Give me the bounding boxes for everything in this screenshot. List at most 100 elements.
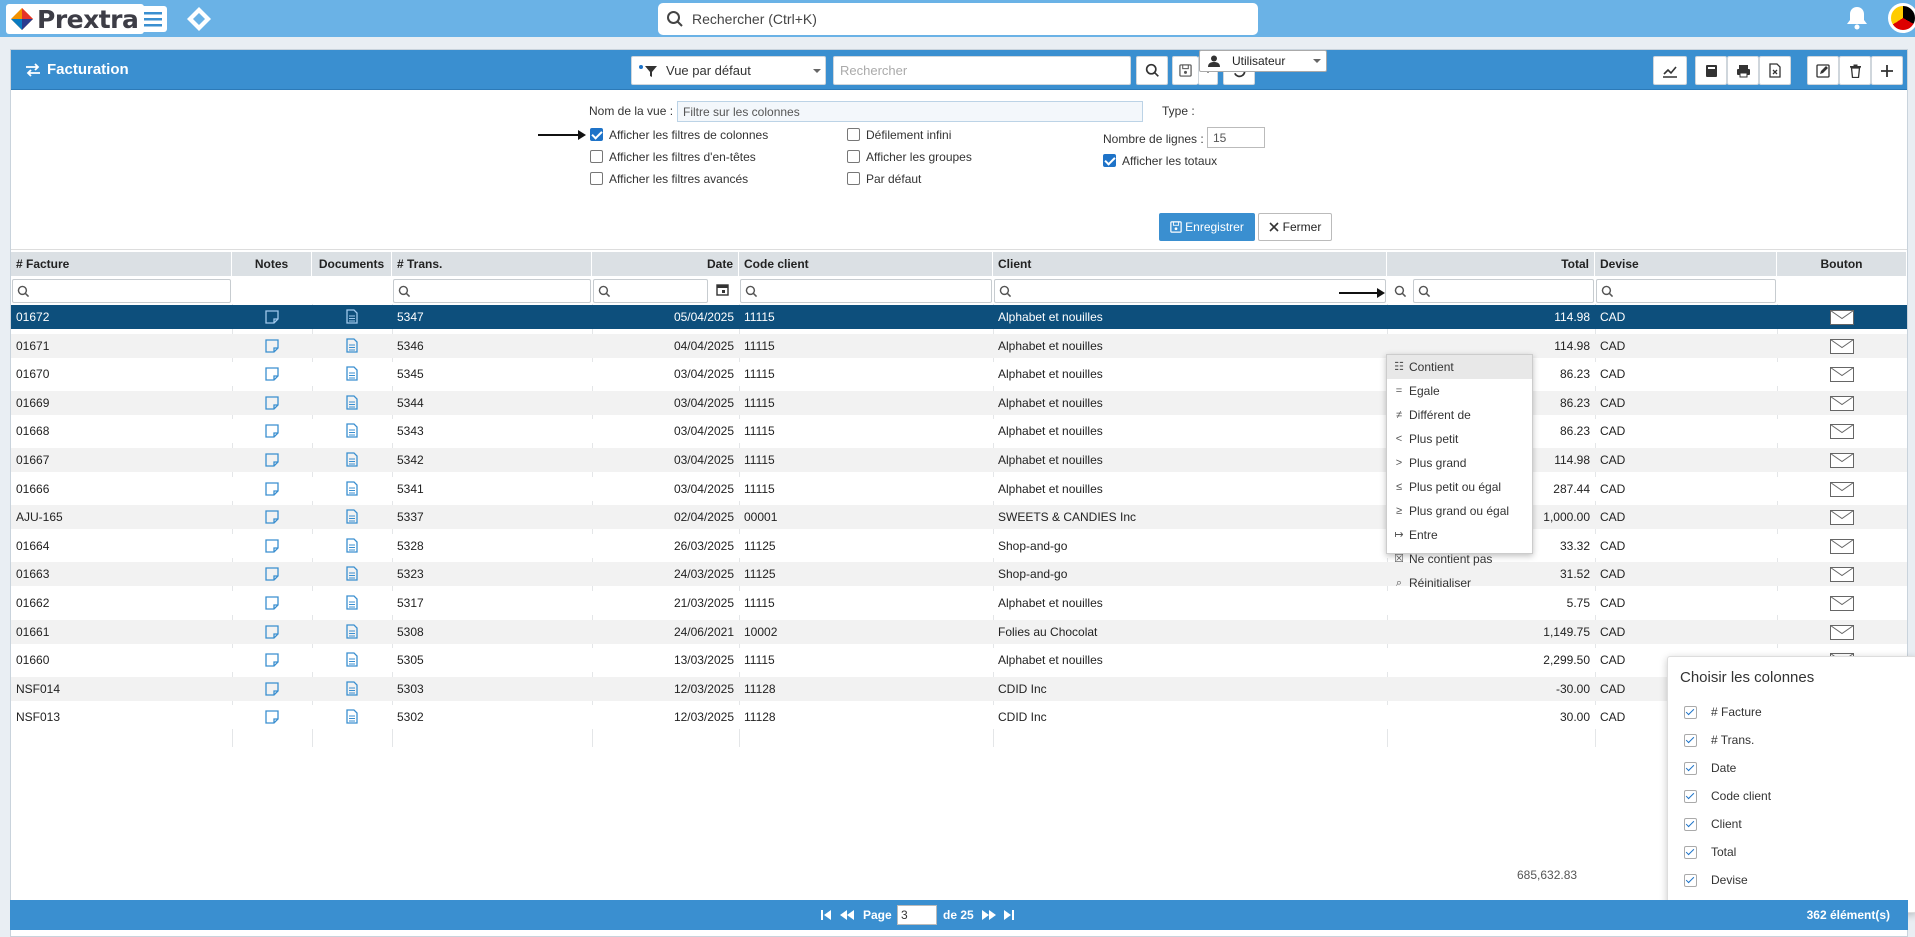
documents-button[interactable] <box>312 534 392 558</box>
documents-button[interactable] <box>312 477 392 501</box>
documents-button[interactable] <box>312 305 392 329</box>
filter-option[interactable]: ≠ Différent de <box>1387 403 1532 427</box>
email-button[interactable] <box>1777 305 1907 329</box>
checkbox[interactable] <box>1684 817 1697 831</box>
chart-button[interactable] <box>1653 56 1687 85</box>
documents-button[interactable] <box>312 362 392 386</box>
checkbox-infinite-scroll[interactable] <box>847 128 860 141</box>
email-button[interactable] <box>1777 419 1907 443</box>
table-row[interactable]: NSF014 5303 12/03/2025 11128 CDID Inc -30.00 C… <box>11 676 1907 701</box>
page-number-input[interactable]: 3 <box>897 905 937 925</box>
table-row[interactable]: 01663 5323 24/03/2025 11125 Shop-and-go 31.52… <box>11 562 1907 587</box>
filter-option[interactable]: < Plus petit <box>1387 427 1532 451</box>
close-button[interactable]: Fermer <box>1258 213 1332 241</box>
documents-button[interactable] <box>312 334 392 358</box>
previous-page-icon[interactable] <box>839 909 855 921</box>
documents-button[interactable] <box>312 562 392 586</box>
email-button[interactable] <box>1777 562 1907 586</box>
column-header[interactable]: Notes <box>232 252 312 276</box>
column-filter-input[interactable] <box>994 279 1386 303</box>
view-select[interactable]: Vue par défaut <box>631 56 826 85</box>
search-button[interactable] <box>1136 56 1168 85</box>
export-excel-button[interactable] <box>1759 56 1791 85</box>
language-flag-icon[interactable] <box>1888 3 1915 33</box>
filter-option[interactable]: ☒ Ne contient pas <box>1387 547 1532 571</box>
filter-option[interactable]: = Egale <box>1387 379 1532 403</box>
documents-button[interactable] <box>312 648 392 672</box>
email-button[interactable] <box>1777 334 1907 358</box>
notes-button[interactable] <box>232 391 312 415</box>
checkbox-show-totals[interactable] <box>1103 154 1116 167</box>
delete-button[interactable] <box>1839 56 1871 85</box>
notes-button[interactable] <box>232 562 312 586</box>
next-page-icon[interactable] <box>981 909 997 921</box>
notes-button[interactable] <box>232 419 312 443</box>
table-row[interactable]: 01662 5317 21/03/2025 11115 Alphabet et noui… <box>11 591 1907 615</box>
notes-button[interactable] <box>232 505 312 529</box>
checkbox-advanced-filters[interactable] <box>590 172 603 185</box>
documents-button[interactable] <box>312 419 392 443</box>
notes-button[interactable] <box>232 705 312 729</box>
documents-button[interactable] <box>312 391 392 415</box>
save-view-button[interactable] <box>1172 56 1198 85</box>
column-filter-input[interactable] <box>1413 279 1594 303</box>
rows-count-input[interactable]: 15 <box>1207 127 1265 148</box>
notes-button[interactable] <box>232 677 312 701</box>
checkbox-column-filters[interactable] <box>590 128 603 141</box>
checkbox[interactable] <box>1684 873 1697 887</box>
filter-operator-button[interactable] <box>1390 281 1410 301</box>
notes-button[interactable] <box>232 334 312 358</box>
column-filter-input[interactable] <box>12 279 231 303</box>
table-row[interactable]: 01667 5342 03/04/2025 11115 Alphabet et noui… <box>11 448 1907 472</box>
documents-button[interactable] <box>312 591 392 615</box>
email-button[interactable] <box>1777 620 1907 644</box>
column-chooser-item[interactable]: # Facture <box>1684 705 1762 719</box>
type-select[interactable]: Utilisateur <box>1199 50 1327 72</box>
checkbox-header-filters[interactable] <box>590 150 603 163</box>
calendar-button[interactable] <box>716 283 729 296</box>
column-header[interactable]: Date <box>592 252 739 276</box>
notes-button[interactable] <box>232 448 312 472</box>
documents-button[interactable] <box>312 620 392 644</box>
edit-button[interactable] <box>1807 56 1839 85</box>
filter-option[interactable]: ⌕ Réinitialiser <box>1387 571 1532 595</box>
filter-option[interactable]: ≥ Plus grand ou égal <box>1387 499 1532 523</box>
email-button[interactable] <box>1777 591 1907 615</box>
global-search-input[interactable]: Rechercher (Ctrl+K) <box>658 3 1258 35</box>
table-row[interactable]: 01668 5343 03/04/2025 11115 Alphabet et noui… <box>11 419 1907 444</box>
table-row[interactable]: 01672 5347 05/04/2025 11115 Alphabet et noui… <box>11 305 1907 329</box>
table-row[interactable]: 01666 5341 03/04/2025 11115 Alphabet et noui… <box>11 476 1907 501</box>
notes-button[interactable] <box>232 477 312 501</box>
checkbox[interactable] <box>1684 845 1697 859</box>
hamburger-menu-button[interactable] <box>139 6 167 32</box>
book-button[interactable] <box>1695 56 1727 85</box>
checkbox[interactable] <box>1684 761 1697 775</box>
view-name-field[interactable]: Filtre sur les colonnes <box>677 101 1143 122</box>
column-filter-input[interactable] <box>393 279 591 303</box>
add-button[interactable] <box>1871 56 1903 85</box>
email-button[interactable] <box>1777 534 1907 558</box>
column-header[interactable]: # Facture <box>11 252 232 276</box>
notifications-button[interactable] <box>1845 5 1869 31</box>
checkbox-show-groups[interactable] <box>847 150 860 163</box>
app-logo[interactable]: Prextra <box>6 4 145 34</box>
email-button[interactable] <box>1777 391 1907 415</box>
table-row[interactable]: 01660 5305 13/03/2025 11115 Alphabet et noui… <box>11 648 1907 673</box>
notes-button[interactable] <box>232 620 312 644</box>
filter-option[interactable]: ☷ Contient <box>1387 355 1532 379</box>
table-row[interactable]: 01661 5308 24/06/2021 10002 Folies au Chocol… <box>11 619 1907 644</box>
table-row[interactable]: 01671 5346 04/04/2025 11115 Alphabet et noui… <box>11 333 1907 358</box>
documents-button[interactable] <box>312 677 392 701</box>
notes-button[interactable] <box>232 648 312 672</box>
documents-button[interactable] <box>312 448 392 472</box>
column-header[interactable]: Bouton <box>1777 252 1907 276</box>
column-chooser-item[interactable]: Date <box>1684 761 1736 775</box>
panel-search-input[interactable]: Rechercher <box>833 56 1131 85</box>
checkbox-default[interactable] <box>847 172 860 185</box>
last-page-icon[interactable] <box>1003 909 1015 921</box>
filter-option[interactable]: ≤ Plus petit ou égal <box>1387 475 1532 499</box>
first-page-icon[interactable] <box>820 909 832 921</box>
column-filter-input[interactable] <box>740 279 992 303</box>
column-chooser-item[interactable]: Code client <box>1684 789 1771 803</box>
column-header[interactable]: Total <box>1387 252 1595 276</box>
